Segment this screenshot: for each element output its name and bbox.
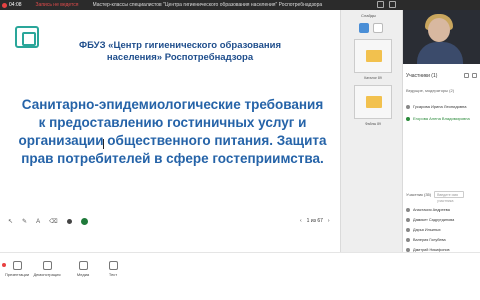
drawing-toolbar: ↖ ✎ A ⌫ [8,218,88,225]
meeting-title: Мастер-классы специалистов "Центра гигие… [92,2,323,8]
moderator-name: Гусарова Ирина Леонидовна [413,104,467,109]
slides-panel-title: Слайды [361,13,376,18]
test-button[interactable]: Тест [98,261,128,277]
screen-share-label: Демонстрация [33,272,61,277]
moderator-item[interactable]: Гусарова Ирина Леонидовна [406,104,466,109]
layout-icon[interactable] [389,1,396,8]
user-icon [406,104,410,109]
next-slide-button[interactable]: › [328,218,330,224]
bottom-toolbar: Презентации Демонстрация Медиа Тест [0,252,480,300]
test-icon [108,261,118,270]
headline-line-4: прав потребителей в сфере гостеприимства… [21,151,324,166]
add-slide-button[interactable] [359,23,369,33]
user-icon [406,116,410,121]
presentation-icon [12,261,22,270]
list-item[interactable]: Дарья Ильиных [406,225,480,235]
presentations-label: Презентации [4,272,30,277]
slide-thumbnail-1[interactable] [354,39,392,73]
upload-slide-button[interactable] [373,23,383,33]
participant-name: Дамикет Садрутдинова [413,218,455,222]
screen-share-button[interactable]: Демонстрация [32,261,62,277]
user-icon [406,238,410,242]
user-icon [406,208,410,212]
org-logo-icon [15,26,39,48]
slides-panel: Слайды Каталог 89 Файлы 89 [340,10,402,252]
pointer-tool-icon[interactable]: ↖ [8,218,13,225]
presentations-button[interactable]: Презентации [2,261,32,277]
moderator-name: Егорова Алена Владимировна [413,116,470,121]
participants-title: Участники [406,73,430,79]
presenter-video [403,10,480,64]
slide-counter: 1 из 67 [306,218,323,224]
org-line-2: населения» Роспотребнадзора [106,52,254,63]
user-icon [406,218,410,222]
folder-icon [366,96,382,108]
slide-thumbnail-2-label: Файлы 89 [365,122,381,126]
slide-thumbnail-1-label: Каталог 89 [364,76,382,80]
media-button[interactable]: Медиа [68,261,98,277]
brush-size-icon[interactable] [66,219,72,224]
expand-icon[interactable] [472,73,477,78]
session-time: 04:08 [9,2,22,8]
moderators-count: (2) [449,88,455,93]
participants-count: (1) [431,73,438,79]
folder-icon [366,50,382,62]
eraser-tool-icon[interactable]: ⌫ [49,218,57,225]
slide-thumbnail-2[interactable] [354,85,392,119]
org-line-1: ФБУЗ «Центр гигиенического образования [78,40,282,51]
settings-icon[interactable] [464,73,469,78]
participant-name: Валерия Голубева [413,238,446,242]
headline-line-1: Санитарно-эпидемиологические требования [21,97,324,112]
pen-tool-icon[interactable]: ✎ [22,218,27,225]
test-label: Тест [108,272,118,277]
media-icon [78,261,88,270]
slide-pager: ‹ 1 из 67 › [300,218,330,224]
slides-panel-actions [359,23,383,33]
list-item[interactable]: Валерия Голубева [406,235,480,245]
presentation-slide: ФБУЗ «Центр гигиенического образования н… [0,10,340,252]
participant-search-label: Участник (35) [406,191,432,197]
user-icon [406,228,410,232]
recording-status: Запись не ведется [35,2,79,8]
color-picker-icon[interactable] [80,218,88,225]
media-label: Медиа [76,272,90,277]
text-cursor-icon [103,139,104,149]
moderator-item[interactable]: Егорова Алена Владимировна [406,116,470,121]
participant-search-input[interactable]: Введите имя участника [434,190,465,203]
screen-share-icon [42,261,52,270]
moderators-header: Ведущие, модераторы (2) [406,88,454,93]
window-controls [377,1,396,8]
organization-name: ФБУЗ «Центр гигиенического образования н… [70,40,290,64]
participant-search: Участник (35) Введите имя участника [406,190,478,203]
prev-slide-button[interactable]: ‹ [300,218,302,224]
text-tool-icon[interactable]: A [36,219,40,225]
list-item[interactable]: Дамикет Садрутдинова [406,215,480,225]
top-bar: 04:08 Запись не ведется Мастер-классы сп… [0,0,480,10]
list-item[interactable]: Анастасия Андреева [406,205,480,215]
headline-line-2: к предоставлению гостиничных услуг и [38,115,307,130]
headline-line-3: организации общественного питания. Защит… [18,133,327,148]
record-indicator-icon [2,2,7,8]
presenter-body [417,42,463,64]
participants-header: Участники (1) [406,73,437,79]
fullscreen-icon[interactable] [377,1,384,8]
participants-actions [464,73,477,78]
participant-name: Анастасия Андреева [413,208,450,212]
presenter-face [428,18,450,42]
slide-headline: Санитарно-эпидемиологические требования … [10,96,335,168]
participant-name: Дарья Ильиных [413,228,441,232]
moderators-label: Ведущие, модераторы [406,88,449,93]
